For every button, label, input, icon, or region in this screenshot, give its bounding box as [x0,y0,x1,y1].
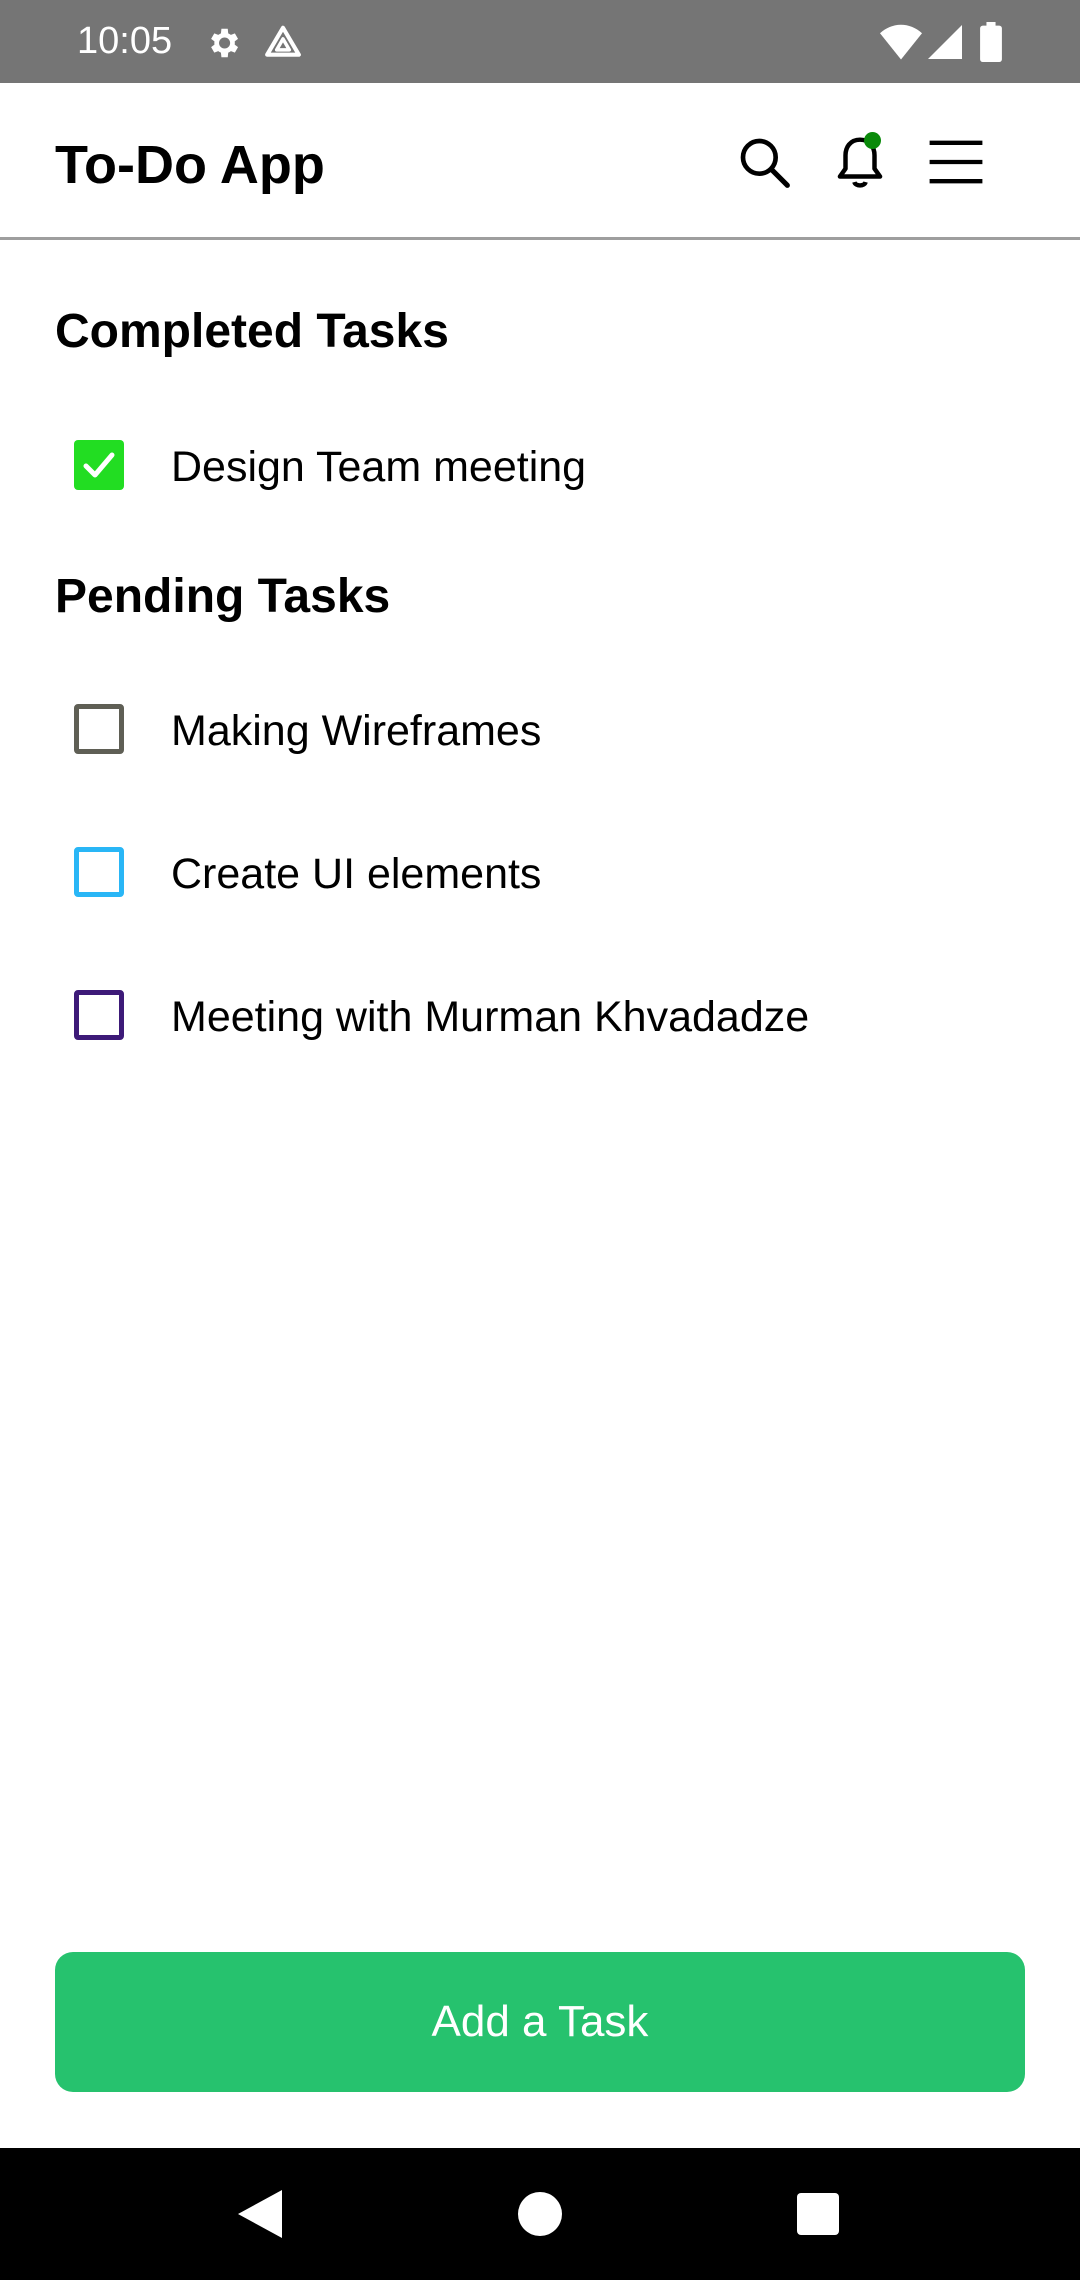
task-row[interactable]: Design Team meeting [55,415,1025,515]
home-button[interactable] [500,2174,580,2254]
task-checkbox[interactable] [74,704,124,754]
pending-tasks-heading: Pending Tasks [55,570,391,623]
drive-icon [265,25,301,57]
notification-dot [864,132,881,149]
add-task-button[interactable]: Add a Task [55,1952,1025,2092]
search-button[interactable] [724,122,804,202]
task-checkbox[interactable] [74,440,124,490]
task-row[interactable]: Create UI elements [55,822,1025,922]
back-button[interactable] [220,2174,300,2254]
checkmark-icon [83,452,115,478]
app-bar: To-Do App [0,83,1080,240]
task-checkbox[interactable] [74,847,124,897]
recents-button[interactable] [778,2174,858,2254]
battery-icon [980,22,1002,62]
task-row[interactable]: Meeting with Murman Khvadadze [55,965,1025,1065]
task-label: Making Wireframes [171,707,542,755]
signal-icon [928,25,962,59]
wifi-icon [880,24,922,60]
home-icon [518,2192,562,2236]
navigation-bar [0,2148,1080,2280]
task-checkbox[interactable] [74,990,124,1040]
status-time: 10:05 [77,20,173,62]
status-bar: 10:05 [0,0,1080,83]
task-label: Meeting with Murman Khvadadze [171,993,810,1041]
gear-icon [211,28,239,58]
menu-button[interactable] [916,122,996,202]
task-label: Design Team meeting [171,443,587,491]
app-title: To-Do App [55,135,325,195]
task-label: Create UI elements [171,850,542,898]
notifications-button[interactable] [820,122,900,202]
search-icon [740,138,790,188]
recents-icon [797,2193,839,2235]
task-row[interactable]: Making Wireframes [55,679,1025,779]
menu-icon [929,140,983,184]
completed-tasks-heading: Completed Tasks [55,305,449,358]
back-icon [238,2190,282,2238]
